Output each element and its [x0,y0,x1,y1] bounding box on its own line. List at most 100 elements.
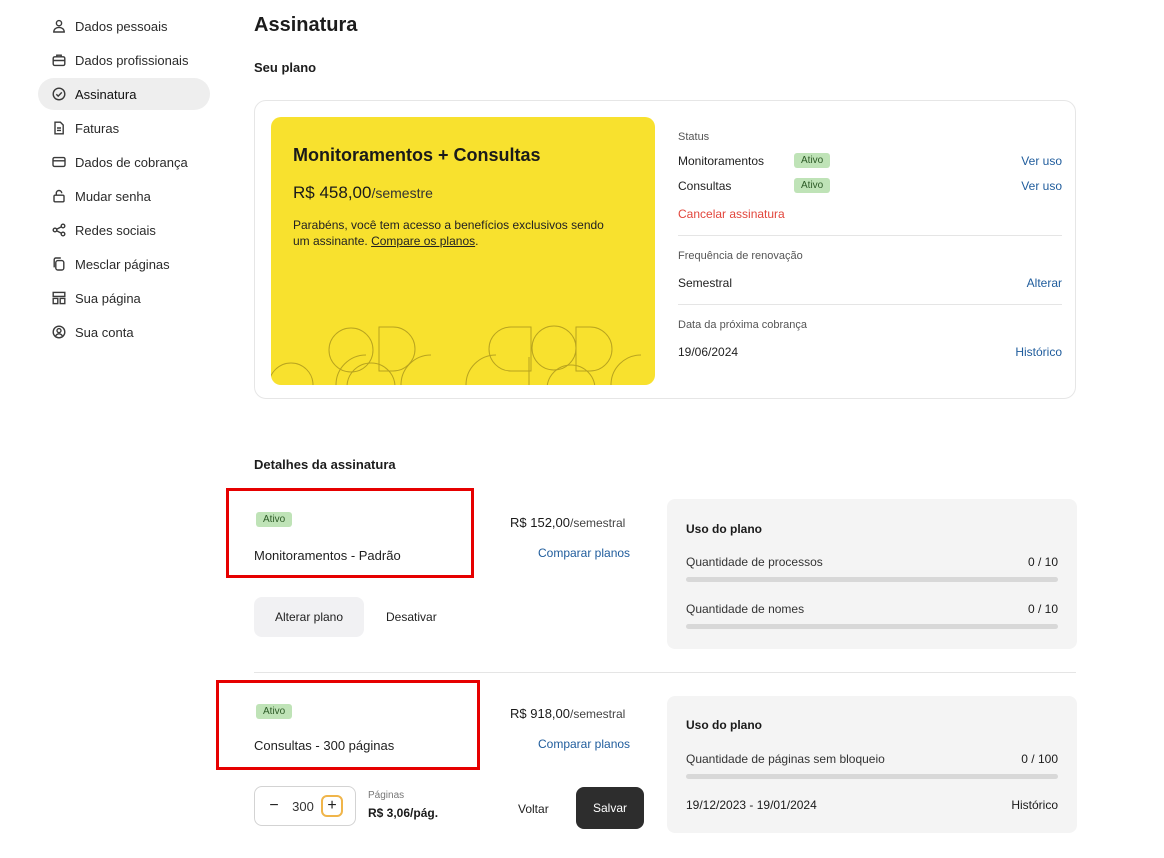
briefcase-icon [52,54,66,67]
sidebar-item-label: Dados de cobrança [75,154,188,170]
usage-label: Quantidade de nomes [686,602,805,616]
subscription-name: Monitoramentos - Padrão [254,548,401,563]
sidebar-item-faturas[interactable]: Faturas [38,112,210,144]
sidebar-item-label: Assinatura [75,86,137,102]
sidebar-item-label: Sua página [75,290,141,306]
pages-label: Páginas [368,790,405,801]
plan-card: Monitoramentos + Consultas R$ 458,00/sem… [254,100,1076,399]
divider [254,672,1076,673]
cancel-subscription-link[interactable]: Cancelar assinatura [678,207,1062,221]
divider [678,235,1062,236]
subscription-price-period: /semestral [570,707,626,721]
highlight-box [216,680,480,770]
renewal-row: Semestral Alterar [678,276,1062,290]
ver-uso-link[interactable]: Ver uso [1021,179,1062,193]
next-charge-row: 19/06/2024 Histórico [678,345,1062,359]
back-button[interactable]: Voltar [518,802,549,816]
divider [678,304,1062,305]
sidebar-item-dados-pessoais[interactable]: Dados pessoais [38,10,210,42]
renewal-label: Frequência de renovação [678,250,803,262]
sidebar-item-redes-sociais[interactable]: Redes sociais [38,214,210,246]
usage-title: Uso do plano [686,718,762,732]
subscription-price-period: /semestral [570,516,626,530]
detail-monitoramentos: Ativo Monitoramentos - Padrão R$ 152,00/… [226,488,1077,658]
layout-icon [52,291,66,305]
change-renewal-link[interactable]: Alterar [1027,276,1062,290]
subscription-price: R$ 152,00/semestral [510,515,625,530]
history-link[interactable]: Histórico [1015,345,1062,359]
usage-value: 0 / 100 [1021,752,1058,766]
save-button[interactable]: Salvar [576,787,644,829]
plan-price: R$ 458,00/semestre [293,183,433,203]
usage-value: 0 / 10 [1027,602,1058,616]
sidebar-item-label: Mudar senha [75,188,151,204]
usage-panel: Uso do plano Quantidade de processos 0 /… [667,499,1077,649]
plan-price-value: R$ 458,00 [293,183,372,202]
sidebar-item-mesclar-paginas[interactable]: Mesclar páginas [38,248,210,280]
pages-stepper: − 300 + [254,786,356,826]
compare-plans-link[interactable]: Compare os planos [371,234,475,248]
plan-price-period: /semestre [371,185,433,201]
usage-progress-bar [686,624,1058,629]
subscription-name: Consultas - 300 páginas [254,738,395,753]
change-plan-button[interactable]: Alterar plano [254,597,364,637]
decrement-button[interactable]: − [263,795,285,817]
account-circle-icon [52,325,66,339]
credit-card-icon [52,156,66,168]
sidebar-item-label: Redes sociais [75,222,156,238]
usage-progress-bar [686,577,1058,582]
decorative-pattern-icon [271,325,642,385]
page-title: Assinatura [254,14,358,36]
sidebar-item-label: Faturas [75,120,120,136]
sidebar-item-dados-profissionais[interactable]: Dados profissionais [38,44,210,76]
renewal-value: Semestral [678,276,733,290]
sidebar-item-dados-de-cobranca[interactable]: Dados de cobrança [38,146,210,178]
share-icon [52,223,66,237]
sidebar: Dados pessoais Dados profissionais Assin… [38,10,210,350]
usage-label: Quantidade de páginas sem bloqueio [686,752,885,766]
details-section-title: Detalhes da assinatura [254,457,396,472]
plan-name: Monitoramentos + Consultas [293,145,541,165]
status-row-consultas: Consultas Ativo Ver uso [678,178,1062,193]
usage-title: Uso do plano [686,522,762,536]
compare-plans-link[interactable]: Comparar planos [538,737,630,751]
document-icon [54,121,64,135]
sidebar-item-label: Dados pessoais [75,18,168,34]
status-badge: Ativo [794,153,831,168]
plan-description: Parabéns, você tem acesso a benefícios e… [293,218,604,248]
status-badge: Ativo [794,178,831,193]
usage-panel: Uso do plano Quantidade de páginas sem b… [667,696,1077,833]
detail-consultas: Ativo Consultas - 300 páginas R$ 918,00/… [216,680,1077,850]
next-charge-label: Data da próxima cobrança [678,319,808,331]
stepper-value[interactable]: 300 [285,799,321,814]
increment-button[interactable]: + [321,795,343,817]
user-icon [53,19,65,33]
plan-highlight: Monitoramentos + Consultas R$ 458,00/sem… [271,117,655,385]
status-panel: Status Monitoramentos Ativo Ver uso Cons… [678,117,1062,359]
sidebar-item-label: Dados profissionais [75,52,189,68]
sidebar-item-mudar-senha[interactable]: Mudar senha [38,180,210,212]
sidebar-item-sua-pagina[interactable]: Sua página [38,282,210,314]
status-row-name: Monitoramentos [678,153,765,168]
check-circle-icon [52,87,66,101]
ver-uso-link[interactable]: Ver uso [1021,154,1062,168]
sidebar-item-sua-conta[interactable]: Sua conta [38,316,210,348]
history-link[interactable]: Histórico [1011,798,1058,812]
status-row-monitoramentos: Monitoramentos Ativo Ver uso [678,153,1062,168]
sidebar-item-assinatura[interactable]: Assinatura [38,78,210,110]
lock-icon [53,189,65,203]
next-charge-value: 19/06/2024 [678,345,739,359]
sidebar-item-label: Sua conta [75,324,134,340]
sidebar-item-label: Mesclar páginas [75,256,170,272]
usage-value: 0 / 10 [1027,555,1058,569]
billing-period: 19/12/2023 - 19/01/2024 [686,798,817,812]
highlight-box [226,488,474,578]
deactivate-button[interactable]: Desativar [386,610,437,624]
status-row-name: Consultas [678,178,732,193]
usage-label: Quantidade de processos [686,555,823,569]
status-badge: Ativo [256,512,293,527]
compare-plans-link[interactable]: Comparar planos [538,546,630,560]
status-badge: Ativo [256,704,293,719]
plan-section-title: Seu plano [254,60,317,75]
price-per-page: R$ 3,06/pág. [368,806,439,820]
